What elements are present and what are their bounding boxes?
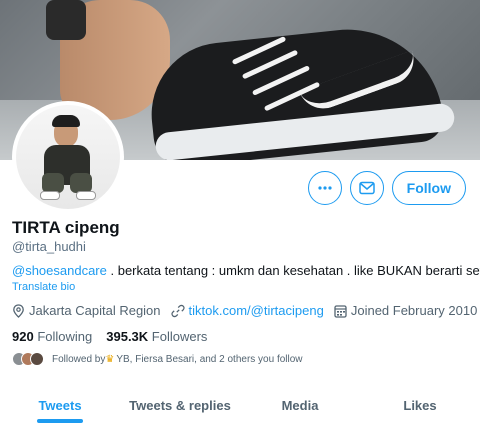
avatar-leg bbox=[70, 173, 92, 193]
follow-counts: 920 Following 395.3K Followers bbox=[12, 329, 207, 344]
profile-handle: @tirta_hudhi bbox=[12, 239, 86, 254]
followers-label: Followers bbox=[151, 329, 208, 344]
followed-by-prefix: Followed by bbox=[52, 353, 106, 365]
banner-watch bbox=[46, 0, 86, 40]
followers-link[interactable]: 395.3K Followers bbox=[106, 329, 207, 344]
avatar-shoe bbox=[76, 191, 96, 200]
tab-media[interactable]: Media bbox=[240, 383, 360, 427]
translate-bio-link[interactable]: Translate bio bbox=[12, 281, 75, 293]
followers-count: 395.3K bbox=[106, 329, 149, 344]
avatar-leg bbox=[42, 173, 64, 193]
avatar-cap bbox=[52, 115, 80, 127]
profile-actions: Follow bbox=[307, 171, 466, 205]
followed-by-names: YB, Fiersa Besari, and 2 others you foll… bbox=[116, 353, 303, 365]
bio-text: . berkata tentang : umkm dan kesehatan .… bbox=[106, 263, 480, 278]
location-text: Jakarta Capital Region bbox=[29, 303, 161, 318]
location-item: Jakarta Capital Region bbox=[12, 303, 161, 318]
tab-likes[interactable]: Likes bbox=[360, 383, 480, 427]
profile-name: TIRTA cipeng bbox=[12, 218, 120, 237]
tab-tweets[interactable]: Tweets bbox=[0, 383, 120, 427]
profile-avatar[interactable] bbox=[12, 101, 124, 213]
profile-bio: @shoesandcare . berkata tentang : umkm d… bbox=[12, 263, 480, 278]
message-button[interactable] bbox=[349, 171, 384, 205]
profile-tabs: Tweets Tweets & replies Media Likes bbox=[0, 383, 480, 427]
joined-item: Joined February 2010 bbox=[334, 303, 477, 318]
following-link[interactable]: 920 Following bbox=[12, 329, 92, 344]
followed-by-avatars bbox=[12, 352, 44, 366]
joined-text: Joined February 2010 bbox=[350, 303, 478, 318]
crown-icon: ♛ bbox=[105, 353, 115, 365]
mail-icon bbox=[358, 181, 375, 195]
following-label: Following bbox=[37, 329, 93, 344]
avatar-photo bbox=[16, 105, 120, 209]
more-button[interactable] bbox=[307, 171, 342, 205]
follower-avatar bbox=[30, 352, 44, 366]
calendar-icon bbox=[334, 304, 347, 318]
more-icon bbox=[318, 186, 332, 190]
avatar-shoe bbox=[40, 191, 60, 200]
website-link[interactable]: tiktok.com/@tirtacipeng bbox=[189, 303, 324, 318]
location-pin-icon bbox=[13, 303, 24, 318]
tab-tweets-replies[interactable]: Tweets & replies bbox=[120, 383, 240, 427]
website-item: tiktok.com/@tirtacipeng bbox=[170, 303, 324, 318]
bio-mention-link[interactable]: @shoesandcare bbox=[12, 263, 107, 278]
follow-button[interactable]: Follow bbox=[391, 171, 466, 205]
followed-by[interactable]: Followed by ♛ YB, Fiersa Besari, and 2 ot… bbox=[12, 352, 303, 366]
following-count: 920 bbox=[12, 329, 34, 344]
profile-meta: Jakarta Capital Region tiktok.com/@tirta… bbox=[12, 303, 480, 318]
link-icon bbox=[170, 304, 185, 317]
